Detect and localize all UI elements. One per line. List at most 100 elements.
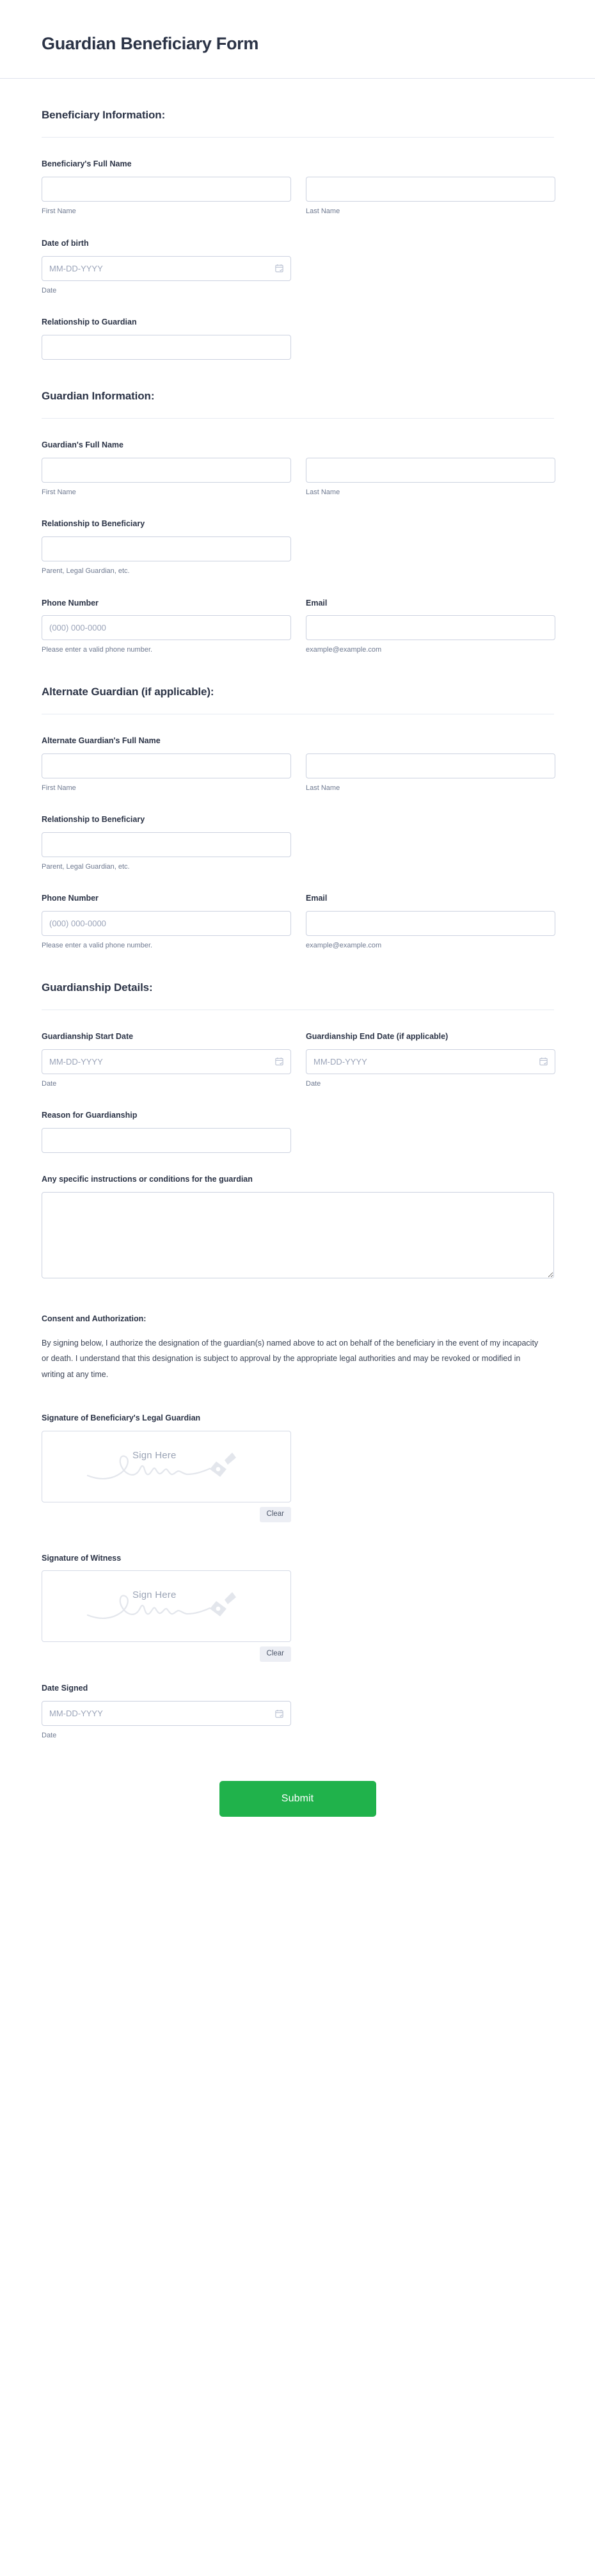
field-label: Signature of Beneficiary's Legal Guardia… xyxy=(42,1413,201,1422)
first-name-col: First Name xyxy=(42,753,291,793)
field-date-signed: Date Signed Date xyxy=(42,1662,554,1741)
specific-instructions-textarea[interactable] xyxy=(42,1191,554,1278)
signature-placeholder: Sign Here xyxy=(42,1447,290,1486)
relationship-col: Parent, Legal Guardian, etc. xyxy=(42,832,291,872)
pen-nib-icon xyxy=(210,1452,236,1477)
consent-title: Consent and Authorization: xyxy=(42,1314,147,1323)
name-row: First Name Last Name xyxy=(42,753,555,793)
field-label: Email xyxy=(306,894,328,903)
date-signed-col: Date xyxy=(42,1701,291,1741)
field-guardian-relationship-to-beneficiary: Relationship to Beneficiary Parent, Lega… xyxy=(42,497,554,576)
field-label: Date Signed xyxy=(42,1684,88,1693)
first-name-hint: First Name xyxy=(42,784,76,792)
last-name-hint: Last Name xyxy=(306,488,340,496)
relationship-col: Parent, Legal Guardian, etc. xyxy=(42,536,291,576)
sign-here-label: Sign Here xyxy=(132,1590,177,1601)
alternate-phone-input[interactable] xyxy=(42,911,291,937)
name-row: First Name Last Name xyxy=(42,457,555,497)
clear-row: Clear xyxy=(42,1646,291,1662)
phone-hint: Please enter a valid phone number. xyxy=(42,942,153,950)
name-row: First Name Last Name xyxy=(42,177,555,216)
email-col: Email example@example.com xyxy=(306,598,555,656)
section-beneficiary-information: Beneficiary Information: xyxy=(42,79,554,138)
field-alternate-relationship-to-beneficiary: Relationship to Beneficiary Parent, Lega… xyxy=(42,793,554,872)
guardian-last-name-input[interactable] xyxy=(306,457,555,483)
guardian-phone-input[interactable] xyxy=(42,615,291,641)
alternate-guardian-first-name-input[interactable] xyxy=(42,753,291,778)
field-label: Guardianship Start Date xyxy=(42,1031,134,1041)
signature-art: Sign Here xyxy=(86,1447,246,1486)
beneficiary-first-name-input[interactable] xyxy=(42,177,291,202)
alternate-guardian-last-name-input[interactable] xyxy=(306,753,555,778)
form-footer: Submit xyxy=(0,1741,595,1854)
date-input-wrapper xyxy=(42,1049,291,1074)
field-label: Any specific instructions or conditions … xyxy=(42,1174,253,1184)
section-heading: Guardian Information: xyxy=(42,389,155,402)
reason-col xyxy=(42,1127,291,1153)
relationship-col xyxy=(42,334,291,360)
field-reason-for-guardianship: Reason for Guardianship xyxy=(42,1089,554,1153)
field-relationship-to-guardian: Relationship to Guardian xyxy=(42,296,554,360)
guardianship-start-date-input[interactable] xyxy=(42,1049,291,1074)
first-name-hint: First Name xyxy=(42,207,76,216)
guardian-relationship-input[interactable] xyxy=(42,536,291,562)
field-guardianship-dates: Guardianship Start Date MM-DD-YYYY Date … xyxy=(42,1010,555,1089)
field-guardian-full-name: Guardian's Full Name First Name Last Nam… xyxy=(42,419,555,497)
last-name-hint: Last Name xyxy=(306,784,340,792)
clear-witness-signature-button[interactable]: Clear xyxy=(259,1646,291,1662)
beneficiary-last-name-input[interactable] xyxy=(306,177,555,202)
phone-col: Phone Number Please enter a valid phone … xyxy=(42,598,291,656)
guardian-first-name-input[interactable] xyxy=(42,457,291,483)
field-label: Relationship to Guardian xyxy=(42,318,137,327)
field-label: Guardianship End Date (if applicable) xyxy=(306,1031,448,1041)
field-label: Date of birth xyxy=(42,238,89,248)
field-alternate-guardian-full-name: Alternate Guardian's Full Name First Nam… xyxy=(42,714,555,793)
field-beneficiary-full-name: Beneficiary's Full Name First Name Last … xyxy=(42,138,555,216)
submit-button[interactable]: Submit xyxy=(219,1780,376,1817)
date-signed-input[interactable] xyxy=(42,1701,291,1727)
relationship-hint: Parent, Legal Guardian, etc. xyxy=(42,863,130,871)
guardian-signature-pad[interactable]: Sign Here xyxy=(42,1430,291,1502)
field-label: Beneficiary's Full Name xyxy=(42,159,132,169)
date-input-wrapper xyxy=(42,255,291,281)
section-alternate-guardian: Alternate Guardian (if applicable): xyxy=(42,656,554,714)
relationship-to-guardian-input[interactable] xyxy=(42,334,291,360)
field-label: Alternate Guardian's Full Name xyxy=(42,736,161,745)
section-heading: Alternate Guardian (if applicable): xyxy=(42,685,214,698)
email-col: Email example@example.com xyxy=(306,893,555,951)
date-input-wrapper xyxy=(306,1049,555,1074)
last-name-hint: Last Name xyxy=(306,207,340,216)
consent-body-text: By signing below, I authorize the design… xyxy=(42,1338,539,1379)
section-guardianship-details: Guardianship Details: xyxy=(42,951,554,1010)
end-date-hint: Date xyxy=(306,1079,321,1088)
start-date-hint: Date xyxy=(42,1079,57,1088)
relationship-hint: Parent, Legal Guardian, etc. xyxy=(42,567,130,576)
field-guardian-contact: Phone Number Please enter a valid phone … xyxy=(42,577,555,656)
clear-guardian-signature-button[interactable]: Clear xyxy=(259,1506,291,1522)
field-label: Relationship to Beneficiary xyxy=(42,815,145,825)
beneficiary-dob-input[interactable] xyxy=(42,255,291,281)
field-beneficiary-date-of-birth: Date of birth Date xyxy=(42,217,554,296)
guardian-email-input[interactable] xyxy=(306,615,555,641)
pen-nib-icon xyxy=(210,1592,236,1617)
field-label: Reason for Guardianship xyxy=(42,1111,138,1120)
field-specific-instructions: Any specific instructions or conditions … xyxy=(42,1153,554,1278)
last-name-col: Last Name xyxy=(306,457,555,497)
field-label: Signature of Witness xyxy=(42,1553,122,1563)
phone-col: Phone Number Please enter a valid phone … xyxy=(42,893,291,951)
date-input-wrapper xyxy=(42,1701,291,1727)
signature-placeholder: Sign Here xyxy=(42,1587,290,1625)
contact-row: Phone Number Please enter a valid phone … xyxy=(42,893,555,951)
phone-hint: Please enter a valid phone number. xyxy=(42,646,153,654)
page-title: Guardian Beneficiary Form xyxy=(42,34,259,53)
start-date-col: Guardianship Start Date MM-DD-YYYY Date xyxy=(42,1031,291,1089)
dob-col: Date xyxy=(42,255,291,296)
alternate-email-input[interactable] xyxy=(306,911,555,937)
dates-row: Guardianship Start Date MM-DD-YYYY Date … xyxy=(42,1031,555,1089)
guardianship-end-date-input[interactable] xyxy=(306,1049,555,1074)
field-alternate-contact: Phone Number Please enter a valid phone … xyxy=(42,872,555,951)
reason-for-guardianship-input[interactable] xyxy=(42,1127,291,1153)
alternate-relationship-input[interactable] xyxy=(42,832,291,858)
contact-row: Phone Number Please enter a valid phone … xyxy=(42,598,555,656)
witness-signature-pad[interactable]: Sign Here xyxy=(42,1570,291,1643)
